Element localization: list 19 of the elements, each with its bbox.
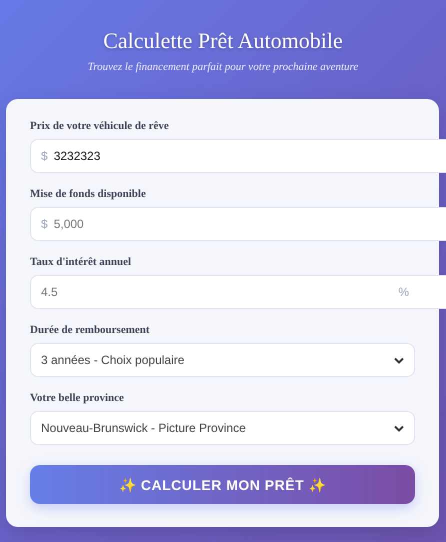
- text-input[interactable]: 4.5: [41, 285, 392, 299]
- calculate-button[interactable]: ✨ CALCULER MON PRÊT ✨: [30, 465, 415, 504]
- percent-symbol: %: [398, 285, 409, 299]
- text-input[interactable]: 3232323: [54, 149, 437, 163]
- text-input[interactable]: 5,000: [54, 217, 437, 231]
- field-label: Durée de remboursement: [30, 323, 150, 337]
- page-subtitle: Trouvez le financement parfait pour votre prochaine aventure: [88, 61, 358, 73]
- page-title: Calculette Prêt Automobile: [103, 28, 343, 54]
- dropdown[interactable]: Nouveau-Brunswick - Picture Province: [30, 411, 415, 445]
- field-label: Mise de fonds disponible: [30, 187, 146, 201]
- input-field[interactable]: $ 3232323: [30, 139, 446, 173]
- field-label: Prix de votre véhicule de rêve: [30, 119, 169, 133]
- chevron-down-icon: [394, 356, 404, 364]
- currency-symbol: $: [41, 217, 48, 231]
- currency-symbol: $: [41, 149, 48, 163]
- dropdown[interactable]: 3 années - Choix populaire: [30, 343, 415, 377]
- chevron-down-icon: [394, 424, 404, 432]
- field-label: Votre belle province: [30, 391, 124, 405]
- field-label: Taux d'intérêt annuel: [30, 255, 132, 269]
